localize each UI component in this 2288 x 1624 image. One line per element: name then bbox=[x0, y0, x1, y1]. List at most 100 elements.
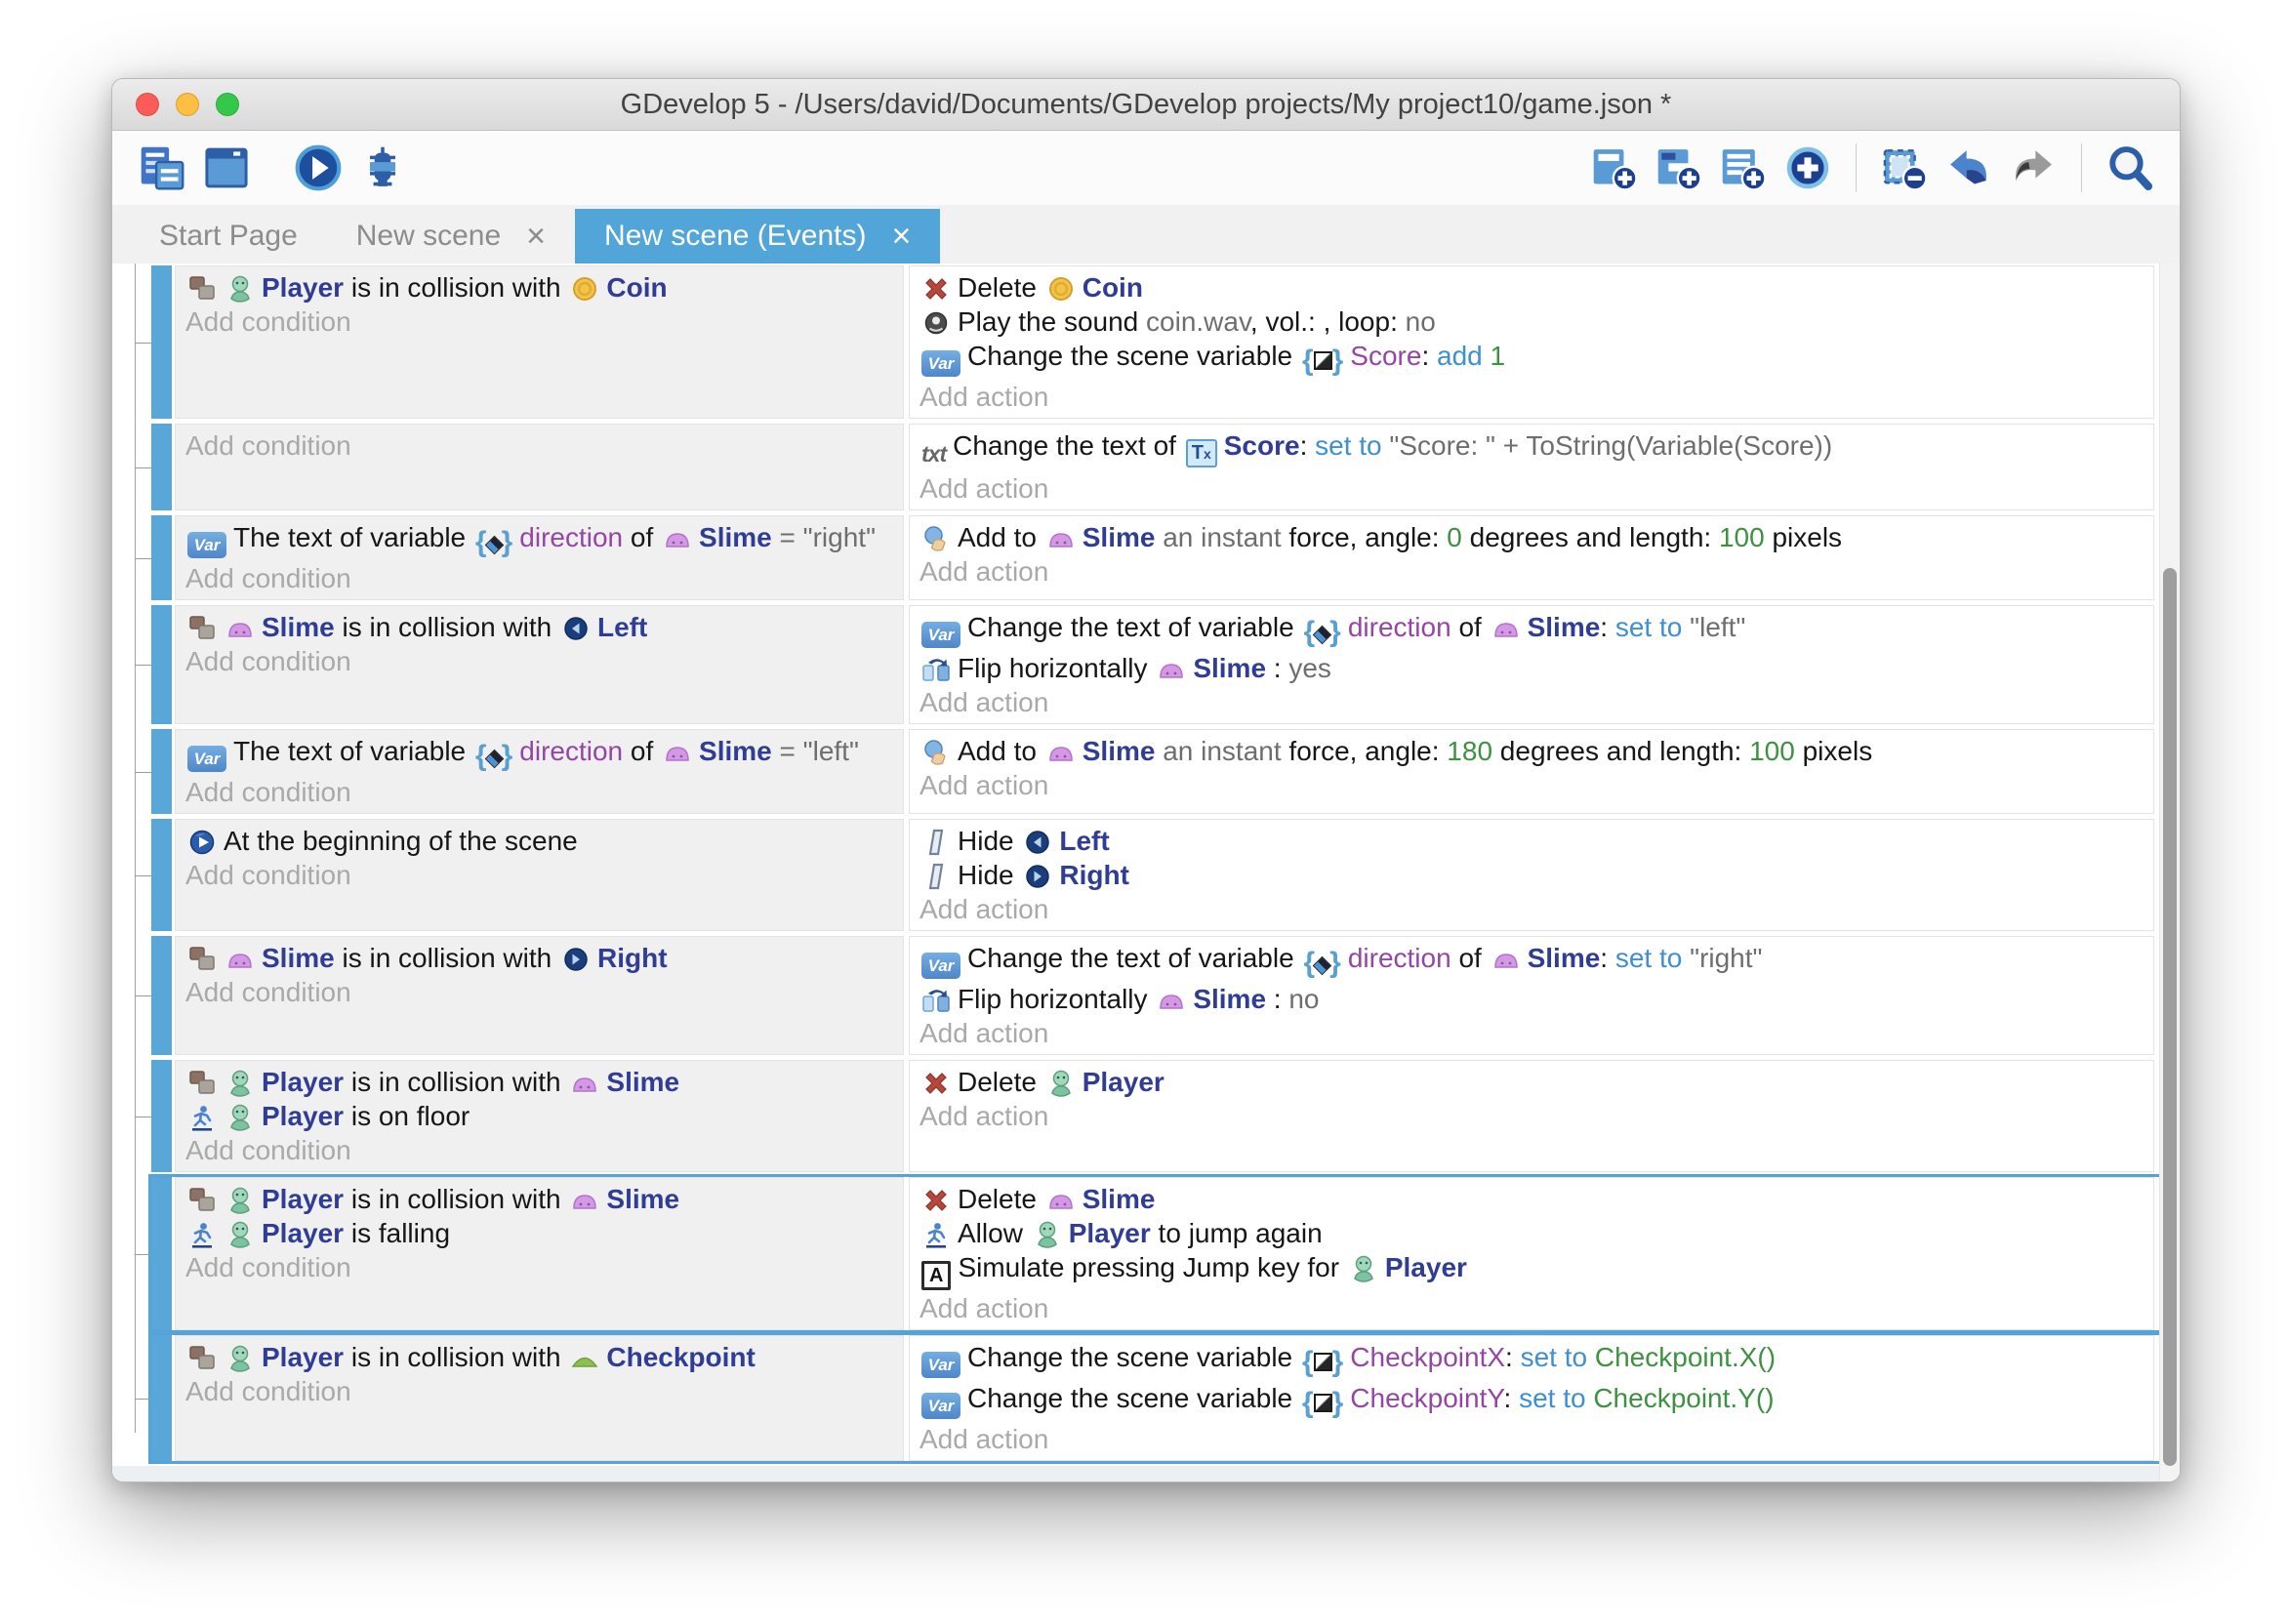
add-comment-button[interactable] bbox=[1715, 140, 1772, 196]
event-drag-bar[interactable] bbox=[151, 936, 172, 1055]
conditions-cell[interactable]: At the beginning of the sceneAdd conditi… bbox=[175, 819, 904, 931]
event-row[interactable]: Player is in collision with SlimePlayer … bbox=[151, 1177, 2180, 1330]
conditions-cell[interactable]: Player is in collision with CoinAdd cond… bbox=[175, 265, 904, 419]
actions-cell[interactable]: Add to Slime an instant force, angle: 18… bbox=[909, 729, 2154, 814]
tab-new-scene[interactable]: New scene × bbox=[327, 209, 575, 264]
tab-new-scene-events[interactable]: New scene (Events) × bbox=[575, 209, 940, 264]
event-drag-bar[interactable] bbox=[151, 265, 172, 419]
add-action-button[interactable]: Add action bbox=[919, 768, 2144, 802]
conditions-cell[interactable]: Player is in collision with SlimePlayer … bbox=[175, 1177, 904, 1330]
condition-line[interactable]: Slime is in collision with Left bbox=[185, 610, 893, 644]
action-line[interactable]: Hide Left bbox=[919, 824, 2144, 858]
debug-button[interactable] bbox=[354, 140, 411, 196]
event-row[interactable]: VarThe text of variable {}direction of S… bbox=[151, 729, 2180, 814]
action-line[interactable]: Allow Player to jump again bbox=[919, 1216, 2144, 1250]
add-other-event-button[interactable] bbox=[1779, 140, 1836, 196]
condition-line[interactable]: Slime is in collision with Right bbox=[185, 941, 893, 975]
add-action-button[interactable]: Add action bbox=[919, 1016, 2144, 1050]
actions-cell[interactable]: VarChange the text of variable {}directi… bbox=[909, 936, 2154, 1055]
undo-button[interactable] bbox=[1941, 140, 1997, 196]
event-row[interactable]: VarThe text of variable {}direction of S… bbox=[151, 515, 2180, 600]
project-manager-button[interactable] bbox=[134, 140, 190, 196]
action-line[interactable]: VarChange the scene variable {}Checkpoin… bbox=[919, 1340, 2144, 1381]
add-action-button[interactable]: Add action bbox=[919, 554, 2144, 589]
event-drag-bar[interactable] bbox=[151, 1335, 172, 1461]
condition-line[interactable]: Player is in collision with Slime bbox=[185, 1182, 893, 1216]
scrollbar-thumb[interactable] bbox=[2163, 568, 2177, 1466]
event-row[interactable]: Player is in collision with CoinAdd cond… bbox=[151, 265, 2180, 419]
event-row[interactable]: Player is in collision with Checkpoint Ad… bbox=[151, 1335, 2180, 1461]
action-line[interactable]: VarChange the text of variable {}directi… bbox=[919, 941, 2144, 982]
condition-line[interactable]: VarThe text of variable {}direction of S… bbox=[185, 734, 893, 775]
condition-line[interactable]: Player is in collision with Slime bbox=[185, 1065, 893, 1099]
condition-line[interactable]: VarThe text of variable {}direction of S… bbox=[185, 520, 893, 561]
maximize-window-button[interactable] bbox=[216, 93, 239, 116]
play-preview-button[interactable] bbox=[290, 140, 347, 196]
event-row[interactable]: At the beginning of the sceneAdd conditi… bbox=[151, 819, 2180, 931]
add-condition-button[interactable]: Add condition bbox=[185, 1133, 893, 1167]
condition-line[interactable]: Player is in collision with Coin bbox=[185, 270, 893, 304]
action-line[interactable]: VarChange the scene variable {}Checkpoin… bbox=[919, 1381, 2144, 1422]
add-condition-button[interactable]: Add condition bbox=[185, 975, 893, 1009]
minimize-window-button[interactable] bbox=[176, 93, 199, 116]
add-condition-button[interactable]: Add condition bbox=[185, 775, 893, 809]
action-line[interactable]: txtChange the text of TxScore: set to "S… bbox=[919, 428, 2144, 471]
add-event-button[interactable] bbox=[1586, 140, 1643, 196]
action-line[interactable]: Hide Right bbox=[919, 858, 2144, 892]
event-row[interactable]: Add condition txtChange the text of TxSco… bbox=[151, 424, 2180, 510]
add-condition-button[interactable]: Add condition bbox=[185, 644, 893, 678]
actions-cell[interactable]: Delete SlimeAllow Player to jump againAS… bbox=[909, 1177, 2154, 1330]
add-action-button[interactable]: Add action bbox=[919, 471, 2144, 506]
condition-line[interactable]: Player is falling bbox=[185, 1216, 893, 1250]
actions-cell[interactable]: txtChange the text of TxScore: set to "S… bbox=[909, 424, 2154, 510]
delete-selection-button[interactable] bbox=[1876, 140, 1933, 196]
action-line[interactable]: Delete Slime bbox=[919, 1182, 2144, 1216]
add-subevent-button[interactable] bbox=[1651, 140, 1707, 196]
action-line[interactable]: VarChange the text of variable {}directi… bbox=[919, 610, 2144, 651]
add-action-button[interactable]: Add action bbox=[919, 685, 2144, 719]
event-drag-bar[interactable] bbox=[151, 819, 172, 931]
action-line[interactable]: Flip horizontally Slime : no bbox=[919, 982, 2144, 1016]
add-condition-button[interactable]: Add condition bbox=[185, 1250, 893, 1284]
action-line[interactable]: Add to Slime an instant force, angle: 18… bbox=[919, 734, 2144, 768]
action-line[interactable]: Play the sound coin.wav, vol.: , loop: n… bbox=[919, 304, 2144, 339]
action-line[interactable]: VarChange the scene variable {}Score: ad… bbox=[919, 339, 2144, 380]
close-window-button[interactable] bbox=[136, 93, 159, 116]
conditions-cell[interactable]: Slime is in collision with RightAdd cond… bbox=[175, 936, 904, 1055]
add-condition-button[interactable]: Add condition bbox=[185, 304, 893, 339]
add-action-button[interactable]: Add action bbox=[919, 1422, 2144, 1456]
search-button[interactable] bbox=[2102, 140, 2158, 196]
add-action-button[interactable]: Add action bbox=[919, 1291, 2144, 1325]
scene-editor-button[interactable] bbox=[198, 140, 255, 196]
add-condition-button[interactable]: Add condition bbox=[185, 561, 893, 595]
actions-cell[interactable]: Delete CoinPlay the sound coin.wav, vol.… bbox=[909, 265, 2154, 419]
event-drag-bar[interactable] bbox=[151, 605, 172, 724]
actions-cell[interactable]: Add to Slime an instant force, angle: 0 … bbox=[909, 515, 2154, 600]
add-condition-button[interactable]: Add condition bbox=[185, 858, 893, 892]
action-line[interactable]: Flip horizontally Slime : yes bbox=[919, 651, 2144, 685]
condition-line[interactable]: Player is on floor bbox=[185, 1099, 893, 1133]
action-line[interactable]: Delete Player bbox=[919, 1065, 2144, 1099]
redo-button[interactable] bbox=[2005, 140, 2062, 196]
event-drag-bar[interactable] bbox=[151, 729, 172, 814]
actions-cell[interactable]: Delete PlayerAdd action bbox=[909, 1060, 2154, 1172]
conditions-cell[interactable]: Add condition bbox=[175, 424, 904, 510]
action-line[interactable]: ASimulate pressing Jump key for Player bbox=[919, 1250, 2144, 1291]
add-action-button[interactable]: Add action bbox=[919, 892, 2144, 926]
close-tab-icon[interactable]: × bbox=[891, 220, 911, 253]
conditions-cell[interactable]: Player is in collision with SlimePlayer … bbox=[175, 1060, 904, 1172]
close-tab-icon[interactable]: × bbox=[526, 220, 546, 253]
condition-line[interactable]: Player is in collision with Checkpoint bbox=[185, 1340, 893, 1374]
event-row[interactable]: Slime is in collision with RightAdd cond… bbox=[151, 936, 2180, 1055]
add-action-button[interactable]: Add action bbox=[919, 380, 2144, 414]
event-row[interactable]: Slime is in collision with LeftAdd condi… bbox=[151, 605, 2180, 724]
add-condition-button[interactable]: Add condition bbox=[185, 428, 893, 463]
actions-cell[interactable]: VarChange the scene variable {}Checkpoin… bbox=[909, 1335, 2154, 1461]
add-action-button[interactable]: Add action bbox=[919, 1099, 2144, 1133]
event-drag-bar[interactable] bbox=[151, 424, 172, 510]
conditions-cell[interactable]: VarThe text of variable {}direction of S… bbox=[175, 729, 904, 814]
action-line[interactable]: Add to Slime an instant force, angle: 0 … bbox=[919, 520, 2144, 554]
event-row[interactable]: Player is in collision with SlimePlayer … bbox=[151, 1060, 2180, 1172]
actions-cell[interactable]: VarChange the text of variable {}directi… bbox=[909, 605, 2154, 724]
event-drag-bar[interactable] bbox=[151, 1060, 172, 1172]
